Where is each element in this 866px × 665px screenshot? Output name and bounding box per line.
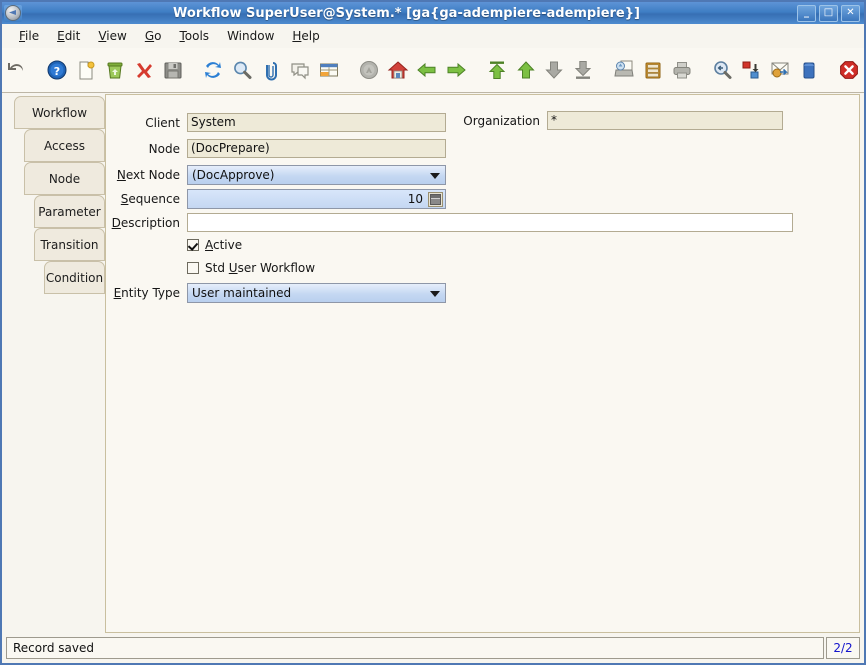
tab-node-label: Node	[48, 171, 81, 186]
active-label: Active	[205, 238, 243, 252]
tab-access-label: Access	[43, 138, 86, 153]
menu-item-go[interactable]: Go	[136, 26, 171, 46]
field-row-client: Client System	[106, 113, 446, 132]
chevron-down-icon	[430, 291, 440, 297]
title-bar: Workflow SuperUser@System.* [ga{ga-ademp…	[2, 2, 864, 24]
sequence-value: 10	[407, 192, 423, 206]
chevron-down-icon	[430, 173, 440, 179]
tab-parameter-label: Parameter	[38, 204, 101, 219]
history-icon[interactable]	[355, 53, 384, 87]
menu-item-tools[interactable]: Tools	[170, 26, 218, 46]
window-controls: _ □ ✕	[797, 4, 860, 22]
tab-workflow-label: Workflow	[31, 105, 88, 120]
chat-icon[interactable]	[285, 53, 314, 87]
status-message: Record saved	[6, 637, 824, 659]
status-bar: Record saved 2/2	[6, 637, 860, 659]
detail-record-icon[interactable]	[540, 53, 569, 87]
toolbar: ?	[2, 48, 864, 93]
menu-item-file[interactable]: File	[10, 26, 48, 46]
node-field[interactable]: (DocPrepare)	[187, 139, 446, 158]
active-checkbox[interactable]	[187, 239, 199, 251]
report-icon[interactable]	[609, 53, 638, 87]
field-row-node: Node (DocPrepare)	[106, 139, 446, 158]
field-row-next-node: Next Node (DocApprove)	[106, 165, 446, 185]
menu-item-help[interactable]: Help	[283, 26, 328, 46]
help-icon[interactable]: ?	[43, 53, 72, 87]
product-info-icon[interactable]	[795, 53, 824, 87]
attachment-icon[interactable]	[257, 53, 286, 87]
maximize-button[interactable]: □	[819, 4, 838, 22]
entity-type-label: Entity Type	[113, 286, 180, 300]
sequence-field[interactable]: 10	[187, 189, 446, 209]
description-field[interactable]	[187, 213, 793, 232]
client-field[interactable]: System	[187, 113, 446, 132]
minimize-button[interactable]: _	[797, 4, 816, 22]
exit-icon[interactable]	[835, 53, 864, 87]
next-record-icon[interactable]	[442, 53, 471, 87]
window-title: Workflow SuperUser@System.* [ga{ga-ademp…	[173, 5, 640, 21]
application-window: Workflow SuperUser@System.* [ga{ga-ademp…	[0, 0, 866, 665]
field-row-organization: Organization *	[446, 111, 796, 130]
std-user-workflow-label: Std User Workflow	[205, 261, 316, 275]
zoom-across-icon[interactable]	[708, 53, 737, 87]
archive-icon[interactable]	[638, 53, 667, 87]
tab-parameter[interactable]: Parameter	[34, 195, 105, 228]
active-checkbox-row[interactable]: Active	[187, 238, 242, 252]
record-counter: 2/2	[826, 637, 860, 659]
entity-type-combo[interactable]: User maintained	[187, 283, 446, 303]
next-node-value: (DocApprove)	[192, 168, 275, 182]
tab-transition-label: Transition	[40, 237, 99, 252]
work-area: Workflow Access Node Parameter Transitio…	[6, 94, 860, 633]
new-record-icon[interactable]	[71, 53, 100, 87]
sequence-label: Sequence	[120, 192, 180, 206]
tab-transition[interactable]: Transition	[34, 228, 105, 261]
parent-record-icon[interactable]	[511, 53, 540, 87]
tab-workflow[interactable]: Workflow	[14, 96, 105, 129]
client-label: Client	[145, 115, 180, 130]
calculator-icon[interactable]	[428, 192, 443, 207]
field-row-sequence: Sequence 10	[106, 189, 446, 209]
refresh-icon[interactable]	[199, 53, 228, 87]
tab-node[interactable]: Node	[24, 162, 105, 195]
tab-condition[interactable]: Condition	[44, 261, 105, 294]
app-icon	[4, 4, 22, 22]
last-record-icon[interactable]	[569, 53, 598, 87]
field-row-entity-type: Entity Type User maintained	[106, 283, 446, 303]
delete-icon[interactable]	[100, 53, 129, 87]
node-label: Node	[148, 141, 180, 156]
entity-type-value: User maintained	[192, 286, 292, 300]
next-node-combo[interactable]: (DocApprove)	[187, 165, 446, 185]
find-icon[interactable]	[228, 53, 257, 87]
tab-column: Workflow Access Node Parameter Transitio…	[6, 94, 105, 633]
description-label: Description	[111, 215, 180, 230]
menu-item-view[interactable]: View	[89, 26, 135, 46]
organization-label: Organization	[463, 113, 540, 128]
previous-record-icon[interactable]	[413, 53, 442, 87]
active-workflow-icon[interactable]	[737, 53, 766, 87]
home-icon[interactable]	[384, 53, 413, 87]
std-user-workflow-checkbox[interactable]	[187, 262, 199, 274]
close-button[interactable]: ✕	[841, 4, 860, 22]
menu-bar: File Edit View Go Tools Window Help	[2, 24, 864, 49]
save-icon[interactable]	[158, 53, 187, 87]
record-form-panel: Client System Organization * Node (DocPr…	[105, 94, 860, 633]
grid-toggle-icon[interactable]	[314, 53, 343, 87]
undo-icon[interactable]	[2, 53, 31, 87]
first-record-icon[interactable]	[482, 53, 511, 87]
next-node-label: Next Node	[116, 168, 180, 182]
delete-selection-icon[interactable]	[129, 53, 158, 87]
tab-access[interactable]: Access	[24, 129, 105, 162]
svg-text:?: ?	[54, 65, 60, 78]
field-row-description: Description	[106, 213, 796, 232]
std-user-workflow-checkbox-row[interactable]: Std User Workflow	[187, 261, 315, 275]
print-icon[interactable]	[667, 53, 696, 87]
organization-field[interactable]: *	[547, 111, 783, 130]
menu-item-window[interactable]: Window	[218, 26, 283, 46]
request-icon[interactable]	[766, 53, 795, 87]
tab-condition-label: Condition	[45, 270, 104, 285]
menu-item-edit[interactable]: Edit	[48, 26, 89, 46]
